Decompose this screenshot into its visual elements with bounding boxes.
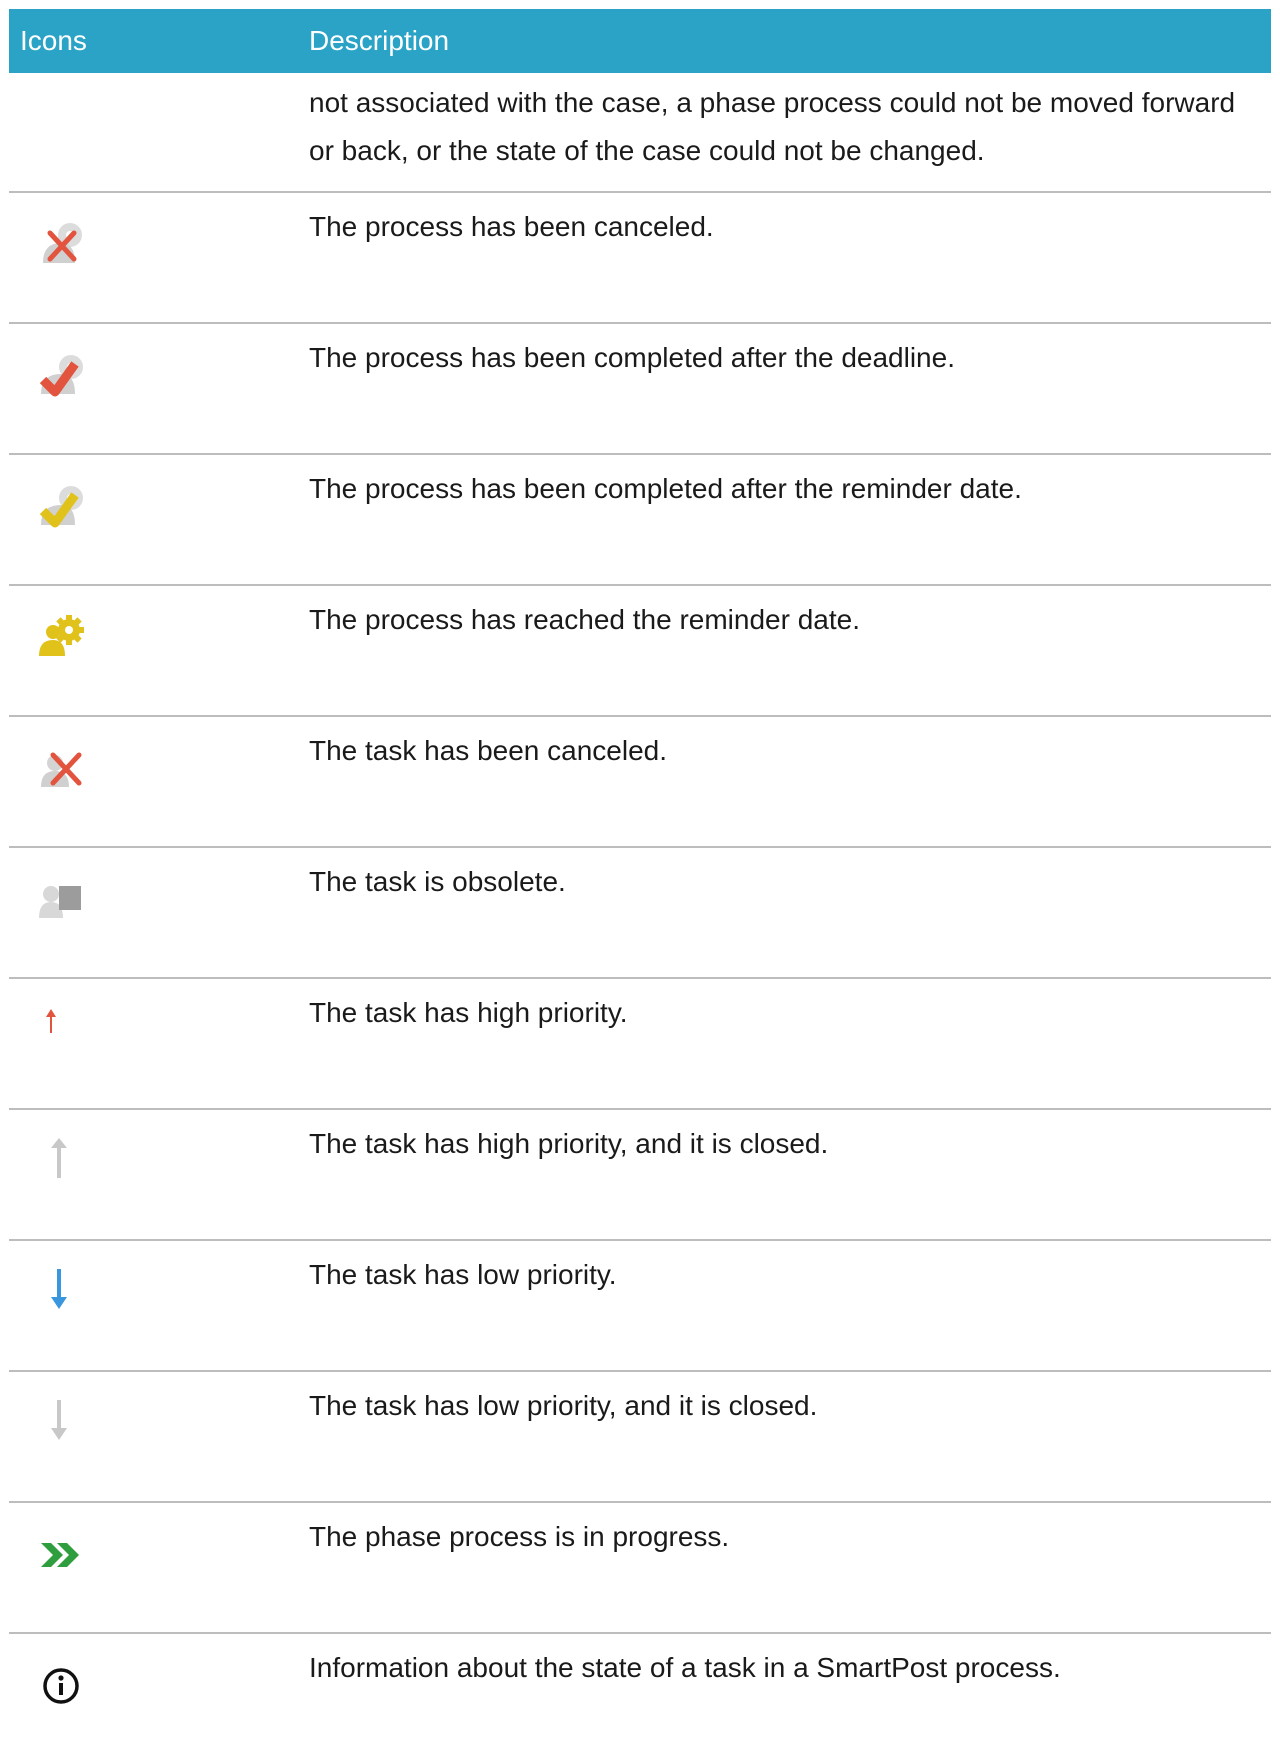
table-row: The process has been completed after the… — [9, 455, 1271, 586]
description-text: The task has high priority, and it is cl… — [309, 1128, 829, 1159]
low-priority-closed-icon — [35, 1398, 87, 1450]
table-row: Information about the state of a task in… — [9, 1634, 1271, 1756]
table-row: The task is obsolete. — [9, 848, 1271, 979]
description-text: The process has been completed after the… — [309, 473, 1022, 504]
table-row: The task has high priority. — [9, 979, 1271, 1110]
task-canceled-icon — [35, 743, 87, 795]
description-text: The task is obsolete. — [309, 866, 566, 897]
high-priority-closed-icon — [35, 1136, 87, 1188]
description-text: The task has low priority, and it is clo… — [309, 1390, 818, 1421]
low-priority-icon — [35, 1267, 87, 1319]
description-text: The process has been completed after the… — [309, 342, 955, 373]
info-icon — [35, 1660, 87, 1712]
description-text: not associated with the case, a phase pr… — [309, 87, 1236, 166]
header-description: Description — [309, 25, 450, 56]
description-text: The task has low priority. — [309, 1259, 617, 1290]
table-row: The phase process is in progress. — [9, 1503, 1271, 1634]
table-row: The process has reached the reminder dat… — [9, 586, 1271, 717]
table-row: The process has been completed after the… — [9, 324, 1271, 455]
description-text: The task has high priority. — [309, 997, 628, 1028]
table-row: The process has been canceled. — [9, 193, 1271, 324]
table-row: The task has low priority, and it is clo… — [9, 1372, 1271, 1503]
table-header: Icons Description — [9, 9, 1271, 73]
table-row: The task has been canceled. — [9, 717, 1271, 848]
description-text: The phase process is in progress. — [309, 1521, 730, 1552]
table-row: The task has high priority, and it is cl… — [9, 1110, 1271, 1241]
description-text: Information about the state of a task in… — [309, 1652, 1061, 1683]
description-text: The task has been canceled. — [309, 735, 668, 766]
process-completed-after-reminder-icon — [35, 481, 87, 533]
header-icons: Icons — [20, 25, 87, 56]
phase-in-progress-icon — [35, 1529, 87, 1581]
table-row: not associated with the case, a phase pr… — [9, 73, 1271, 193]
process-completed-after-deadline-icon — [35, 350, 87, 402]
task-obsolete-icon — [35, 874, 87, 926]
description-text: The process has been canceled. — [309, 211, 714, 242]
process-reminder-reached-icon — [35, 612, 87, 664]
icon-cell — [9, 73, 309, 191]
icon-legend-table: Icons Description not associated with th… — [9, 9, 1271, 1756]
table-row: The task has low priority. — [9, 1241, 1271, 1372]
description-text: The process has reached the reminder dat… — [309, 604, 860, 635]
process-canceled-icon — [35, 219, 87, 271]
high-priority-icon — [35, 1005, 87, 1057]
